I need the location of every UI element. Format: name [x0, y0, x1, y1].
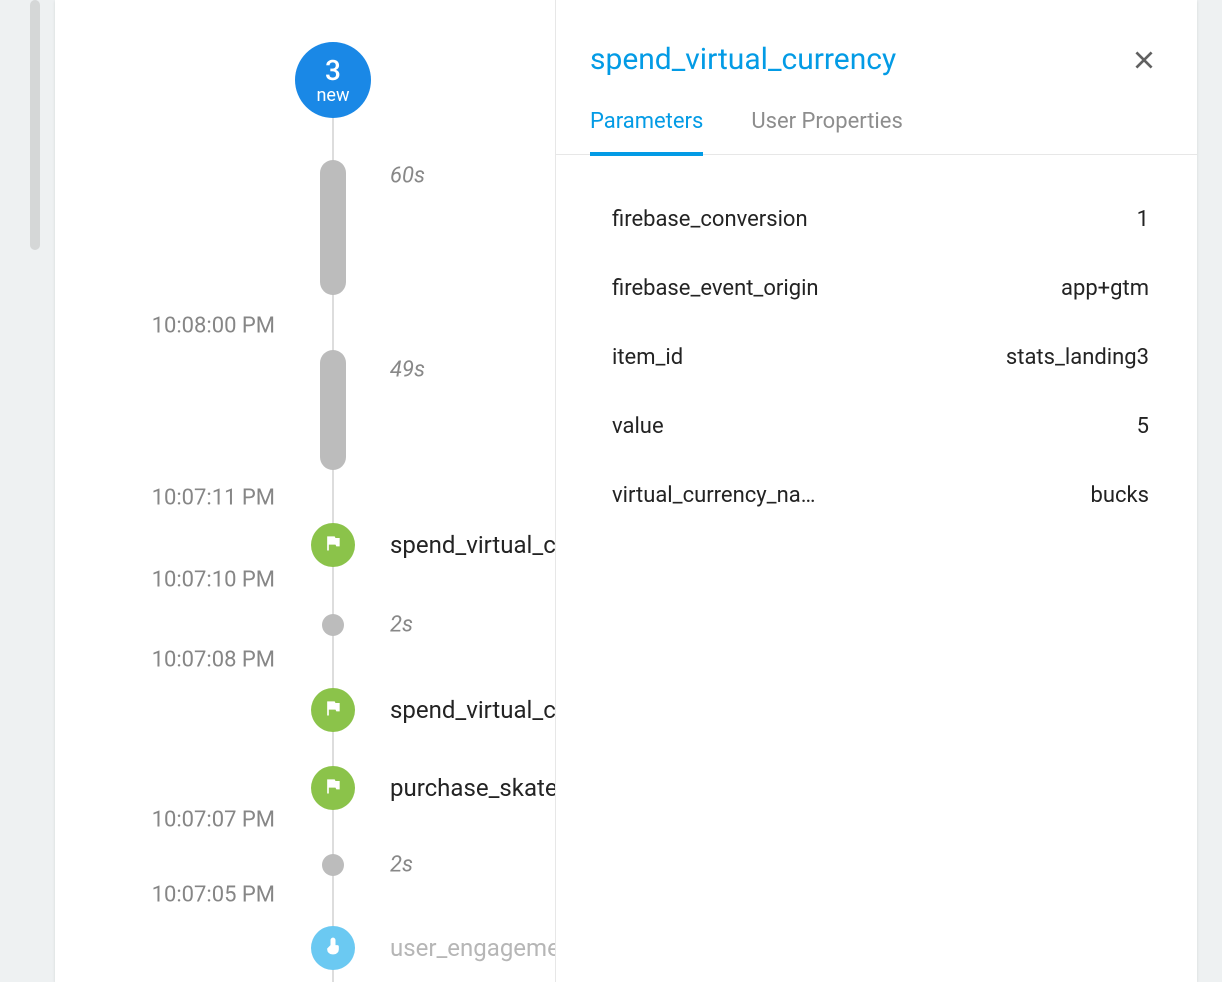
param-key: value [612, 414, 664, 439]
param-row: firebase_event_origin app+gtm [612, 254, 1149, 323]
param-key: virtual_currency_na… [612, 483, 815, 508]
detail-tabs: Parameters User Properties [556, 89, 1197, 155]
idle-pill [320, 160, 346, 295]
idle-dot [322, 854, 344, 876]
event-marker[interactable] [311, 523, 355, 567]
event-marker[interactable] [311, 926, 355, 970]
new-events-badge[interactable]: 3 new [295, 42, 371, 118]
close-icon [1131, 47, 1157, 73]
new-events-count: 3 [325, 54, 341, 87]
event-marker[interactable] [311, 766, 355, 810]
parameters-list: firebase_conversion 1 firebase_event_ori… [556, 155, 1197, 530]
event-label[interactable]: spend_virtual_curr [390, 696, 555, 724]
page-scrollbar[interactable] [30, 0, 40, 250]
event-label[interactable]: user_engagement [390, 934, 555, 962]
event-label[interactable]: purchase_skater [390, 774, 555, 802]
duration-label: 49s [390, 358, 425, 383]
flag-icon [323, 776, 343, 800]
time-label: 10:07:11 PM [125, 486, 275, 511]
touch-icon [323, 936, 343, 960]
tab-user-properties[interactable]: User Properties [751, 109, 902, 154]
time-label: 10:07:05 PM [125, 883, 275, 908]
param-value: bucks [1090, 483, 1149, 508]
param-value: 5 [1137, 414, 1149, 439]
time-label: 10:07:10 PM [125, 568, 275, 593]
close-button[interactable] [1131, 47, 1157, 73]
time-label: 10:08:00 PM [125, 314, 275, 339]
duration-label: 2s [390, 853, 413, 878]
param-row: item_id stats_landing3 [612, 323, 1149, 392]
detail-title: spend_virtual_currency [590, 42, 896, 77]
event-detail-panel: spend_virtual_currency Parameters User P… [555, 0, 1197, 982]
param-value: stats_landing3 [1006, 345, 1149, 370]
flag-icon [323, 533, 343, 557]
param-row: virtual_currency_na… bucks [612, 461, 1149, 530]
idle-dot [322, 614, 344, 636]
idle-pill [320, 350, 346, 470]
duration-label: 2s [390, 613, 413, 638]
event-timeline: 3 new 60s 10:08:00 PM 49s 10:07:11 PM sp… [55, 0, 555, 982]
tab-parameters[interactable]: Parameters [590, 109, 703, 156]
detail-header: spend_virtual_currency [556, 0, 1197, 89]
time-label: 10:07:08 PM [125, 648, 275, 673]
param-key: firebase_conversion [612, 207, 808, 232]
time-label: 10:07:07 PM [125, 808, 275, 833]
param-key: item_id [612, 345, 683, 370]
event-marker[interactable] [311, 688, 355, 732]
param-row: firebase_conversion 1 [612, 185, 1149, 254]
duration-label: 60s [390, 164, 425, 189]
param-value: app+gtm [1061, 276, 1149, 301]
param-value: 1 [1137, 207, 1149, 232]
new-events-label: new [316, 85, 349, 106]
param-key: firebase_event_origin [612, 276, 819, 301]
flag-icon [323, 698, 343, 722]
param-row: value 5 [612, 392, 1149, 461]
debug-view-panel: 3 new 60s 10:08:00 PM 49s 10:07:11 PM sp… [55, 0, 1197, 982]
event-label[interactable]: spend_virtual_curr [390, 531, 555, 559]
